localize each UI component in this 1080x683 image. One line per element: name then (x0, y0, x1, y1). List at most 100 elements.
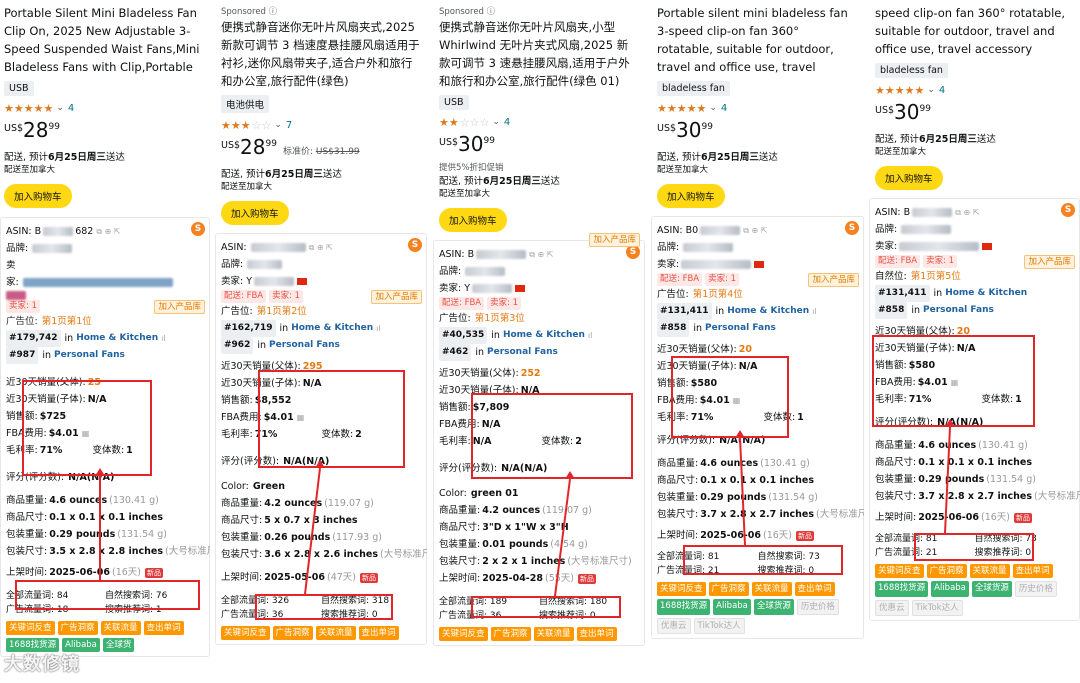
add-to-library-button[interactable]: 加入产品库 (154, 299, 205, 314)
plugin-logo-icon[interactable]: S (191, 222, 205, 236)
chevron-down-icon[interactable]: ⌄ (56, 103, 64, 113)
add-to-library-button[interactable]: 加入产品库 (1024, 254, 1075, 269)
order-words-button[interactable]: 查出单词 (794, 582, 835, 596)
rating-count[interactable]: 4 (939, 85, 945, 96)
rating-count[interactable]: 4 (504, 117, 510, 128)
sponsored-label[interactable]: Sponsored ⓘ (439, 6, 639, 18)
order-words-button[interactable]: 查出单词 (358, 626, 399, 640)
copy-icon[interactable]: ⧉ ⊕ ⇱ (955, 204, 979, 221)
brand-label: 品牌: (6, 243, 29, 254)
ad-insight-button[interactable]: 广告洞察 (272, 626, 313, 640)
order-words-button[interactable]: 查出单词 (143, 621, 184, 635)
chart-icon[interactable]: ıl (161, 330, 165, 347)
coupon-button[interactable]: 优惠云 (657, 618, 691, 634)
price-history-button[interactable]: 历史价格 (1014, 581, 1057, 597)
rating[interactable]: ★★★ ☆☆ ⌄ 7 (221, 117, 421, 133)
ad-insight-button[interactable]: 广告洞察 (490, 627, 531, 641)
chevron-down-icon[interactable]: ⌄ (274, 120, 282, 130)
chevron-down-icon[interactable]: ⌄ (927, 85, 935, 95)
plugin-logo-icon[interactable]: S (408, 238, 422, 252)
ad-insight-button[interactable]: 广告洞察 (708, 582, 749, 596)
rank-category[interactable]: Home & Kitchen (76, 330, 158, 347)
source-1688-button[interactable]: 1688找货源 (657, 599, 711, 615)
sponsored-label[interactable]: Sponsored ⓘ (221, 6, 421, 18)
product-title[interactable]: 便携式静音迷你无叶片风扇夹,小型 Whirlwind 无叶片夹式风扇,2025 … (439, 18, 639, 90)
seller-sprite-panel: S ASIN: ⧉ ⊕ ⇱ 品牌: 卖家: Y 配送: FBA 卖家: 1 加入产品库… (215, 233, 427, 645)
price-fraction: 99 (48, 122, 60, 132)
ad-insight-button[interactable]: 广告洞察 (57, 621, 98, 635)
keyword-reverse-button[interactable]: 关键词反查 (6, 621, 55, 635)
chevron-down-icon[interactable]: ⌄ (709, 103, 717, 113)
price-history-button[interactable]: 历史价格 (796, 599, 839, 615)
add-to-cart-button[interactable]: 加入购物车 (439, 208, 507, 232)
product-card-5: speed clip-on fan 360° rotatable, suitab… (869, 0, 1080, 683)
delivery-info: 配送, 预计6月25日周三送达 (875, 134, 996, 145)
copy-icon[interactable]: ⧉ ⊕ ⇱ (743, 222, 767, 239)
chevron-down-icon[interactable]: ⌄ (492, 117, 500, 127)
plugin-logo-icon[interactable]: S (626, 245, 640, 259)
add-to-library-button[interactable]: 加入产品库 (589, 233, 640, 247)
rating-count[interactable]: 7 (286, 120, 292, 131)
chart-icon[interactable]: ıl (588, 327, 592, 344)
seller-sprite-panel: S ASIN: B ⧉ ⊕ ⇱ 品牌: 卖家: 配送: FBA 卖家: 1 加入产品库… (869, 198, 1080, 621)
star-icon: ★★★★★ (4, 101, 54, 115)
related-traffic-button[interactable]: 关联流量 (100, 621, 141, 635)
rating[interactable]: ★★★★★ ⌄ 4 (875, 82, 1074, 98)
chart-icon[interactable]: ıl (812, 303, 816, 320)
order-words-button[interactable]: 查出单词 (1012, 564, 1053, 578)
rating[interactable]: ★★ ☆☆☆ ⌄ 4 (439, 114, 639, 130)
alibaba-button[interactable]: Alibaba (713, 599, 751, 615)
keyword-reverse-button[interactable]: 关键词反查 (657, 582, 706, 596)
add-to-cart-button[interactable]: 加入购物车 (221, 201, 289, 225)
tiktok-button[interactable]: TikTok达人 (911, 600, 963, 616)
rating[interactable]: ★★★★★ ⌄ 4 (4, 100, 206, 116)
star-icon: ★★★★★ (657, 101, 707, 115)
related-traffic-button[interactable]: 关联流量 (969, 564, 1010, 578)
add-to-library-button[interactable]: 加入产品库 (808, 272, 859, 287)
add-to-cart-button[interactable]: 加入购物车 (657, 184, 725, 208)
add-to-library-button[interactable]: 加入产品库 (371, 289, 422, 304)
rating-count[interactable]: 4 (721, 103, 727, 114)
keyword-reverse-button[interactable]: 关键词反查 (221, 626, 270, 640)
copy-icon[interactable]: ⧉ ⊕ ⇱ (96, 223, 120, 240)
copy-icon[interactable]: ⧉ ⊕ ⇱ (309, 239, 333, 256)
asin-label: ASIN: B (6, 226, 42, 237)
coupon-button[interactable]: 优惠云 (875, 600, 909, 616)
plugin-logo-icon[interactable]: S (1061, 203, 1075, 217)
new-badge: 新品 (145, 567, 163, 578)
global-source-button[interactable]: 全球货 (102, 638, 135, 652)
plugin-logo-icon[interactable]: S (845, 221, 859, 235)
redacted (465, 267, 506, 276)
alibaba-button[interactable]: Alibaba (931, 581, 969, 597)
keyword-reverse-button[interactable]: 关键词反查 (439, 627, 488, 641)
order-words-button[interactable]: 查出单词 (576, 627, 617, 641)
rank-category[interactable]: Personal Fans (54, 347, 125, 364)
rating-count[interactable]: 4 (68, 103, 74, 114)
redacted (32, 244, 73, 253)
product-title[interactable]: 便携式静音迷你无叶片风扇夹式,2025 新款可调节 3 档速度悬挂腰风扇适用于衬… (221, 18, 421, 90)
copy-icon[interactable]: ⧉ ⊕ ⇱ (529, 246, 553, 263)
redacted (254, 277, 295, 286)
related-traffic-button[interactable]: 关联流量 (533, 627, 574, 641)
product-title[interactable]: speed clip-on fan 360° rotatable, suitab… (875, 4, 1074, 58)
product-title[interactable]: Portable silent mini bladeless fan 3-spe… (657, 4, 858, 76)
rating[interactable]: ★★★★★ ⌄ 4 (657, 100, 858, 116)
ad-insight-button[interactable]: 广告洞察 (926, 564, 967, 578)
global-source-button[interactable]: 全球货源 (753, 599, 794, 615)
source-1688-button[interactable]: 1688找货源 (875, 581, 929, 597)
related-traffic-button[interactable]: 关联流量 (315, 626, 356, 640)
asin-tail: 682 (75, 226, 94, 237)
redacted (43, 227, 74, 236)
keyword-reverse-button[interactable]: 关键词反查 (875, 564, 924, 578)
price: US$ 30 99 (875, 100, 931, 124)
add-to-cart-button[interactable]: 加入购物车 (4, 184, 72, 208)
chart-icon[interactable]: ıl (376, 320, 380, 337)
star-icon: ★★★★★ (875, 83, 925, 97)
star-empty-icon: ☆☆☆ (459, 115, 490, 129)
global-source-button[interactable]: 全球货源 (971, 581, 1012, 597)
related-traffic-button[interactable]: 关联流量 (751, 582, 792, 596)
tiktok-button[interactable]: TikTok达人 (693, 618, 745, 634)
product-title[interactable]: Portable Silent Mini Bladeless Fan Clip … (4, 4, 206, 76)
calculator-icon[interactable]: ▦ (82, 425, 90, 442)
add-to-cart-button[interactable]: 加入购物车 (875, 166, 943, 190)
